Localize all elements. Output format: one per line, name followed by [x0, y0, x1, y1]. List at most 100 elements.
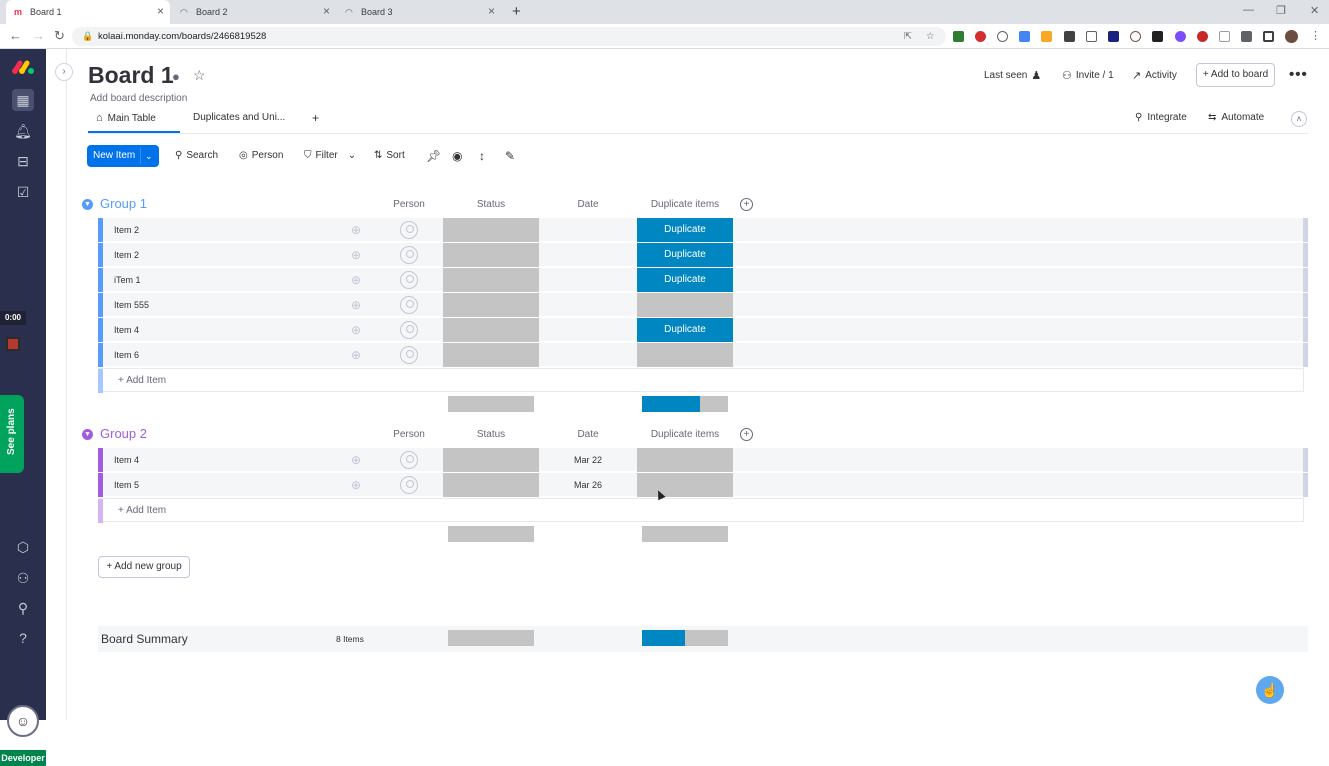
status-cell[interactable] [443, 473, 539, 497]
status-cell[interactable] [443, 243, 539, 267]
table-row[interactable]: Item 5 ⊕ Mar 26 [98, 473, 1308, 497]
close-tab-icon[interactable]: × [157, 4, 164, 18]
extension-icon[interactable] [1108, 31, 1119, 42]
person-avatar-icon[interactable] [400, 296, 418, 314]
person-avatar-icon[interactable] [400, 346, 418, 364]
apps-puzzle-icon[interactable]: ⬡ [12, 536, 34, 558]
extension-icon[interactable] [1041, 31, 1052, 42]
bookmark-star-icon[interactable]: ☆ [926, 27, 935, 46]
date-cell[interactable] [540, 293, 636, 317]
record-stop-button[interactable] [6, 337, 20, 351]
new-item-button[interactable]: New Item ⌄ [87, 145, 159, 167]
duplicate-cell[interactable]: Duplicate [637, 268, 733, 292]
forward-arrow-icon[interactable]: → [32, 28, 45, 43]
table-row[interactable]: iTem 1 ⊕ Duplicate [98, 268, 1308, 292]
extension-icon[interactable] [975, 31, 986, 42]
browser-tab-board-2[interactable]: ◠ Board 2 × [172, 0, 336, 24]
add-update-icon[interactable]: ⊕ [349, 248, 363, 262]
expand-sidebar-chevron-icon[interactable]: › [55, 63, 73, 81]
extension-icon[interactable] [997, 31, 1008, 42]
tab-main-table[interactable]: ⌂ Main Table [96, 112, 156, 124]
date-cell[interactable]: Mar 26 [540, 473, 636, 497]
extension-icon[interactable] [953, 31, 964, 42]
puzzle-icon[interactable] [1241, 31, 1252, 42]
status-cell[interactable] [443, 343, 539, 367]
my-work-calendar-icon[interactable]: ☑ [12, 181, 34, 203]
browser-tab-board-1[interactable]: m Board 1 × [6, 0, 170, 24]
duplicate-cell[interactable] [637, 293, 733, 317]
item-name[interactable]: Item 4 [114, 448, 139, 472]
tab-duplicates-and-uniques[interactable]: Duplicates and Uni... [193, 112, 285, 123]
duplicate-cell[interactable]: Duplicate [637, 318, 733, 342]
group-2-title[interactable]: Group 2 [100, 426, 147, 444]
table-row[interactable]: Item 6 ⊕ [98, 343, 1308, 367]
column-header-duplicate-items[interactable]: Duplicate items [637, 429, 733, 440]
invite-members-icon[interactable]: ⚇ [12, 567, 34, 589]
restore-icon[interactable]: ❐ [1276, 4, 1286, 17]
status-cell[interactable] [443, 293, 539, 317]
add-update-icon[interactable]: ⊕ [349, 453, 363, 467]
camera-icon[interactable] [1086, 31, 1097, 42]
extension-icon[interactable] [1175, 31, 1186, 42]
person-avatar-icon[interactable] [400, 246, 418, 264]
browser-tab-board-3[interactable]: ◠ Board 3 × [337, 0, 501, 24]
last-seen-button[interactable]: Last seen ♟ [984, 69, 1041, 82]
group-1-title[interactable]: Group 1 [100, 196, 147, 214]
date-cell[interactable] [540, 243, 636, 267]
duplicate-cell[interactable] [637, 473, 733, 497]
add-update-icon[interactable]: ⊕ [349, 298, 363, 312]
close-tab-icon[interactable]: × [488, 4, 495, 18]
item-name[interactable]: Item 4 [114, 318, 139, 342]
integrate-button[interactable]: ⚲ Integrate [1135, 112, 1187, 123]
table-row[interactable]: Item 2 ⊕ Duplicate [98, 243, 1308, 267]
add-column-icon[interactable]: + [740, 428, 753, 441]
status-cell[interactable] [443, 218, 539, 242]
add-to-board-button[interactable]: + Add to board [1196, 63, 1275, 87]
chevron-down-icon[interactable]: ⌄ [348, 150, 356, 161]
inbox-icon[interactable]: ⊟ [12, 150, 34, 172]
duplicate-cell[interactable] [637, 448, 733, 472]
extension-icon[interactable] [1197, 31, 1208, 42]
help-icon[interactable]: ? [12, 627, 34, 649]
notifications-bell-icon[interactable]: 🔔︎ [12, 120, 34, 142]
share-icon[interactable]: ⇱ [904, 27, 912, 46]
collapse-header-chevron-icon[interactable]: ˄ [1291, 111, 1307, 127]
column-header-date[interactable]: Date [540, 429, 636, 440]
date-cell[interactable] [540, 343, 636, 367]
group-2-collapse-icon[interactable]: ▼ [82, 429, 93, 440]
more-options-button[interactable]: ••• [1289, 66, 1308, 83]
new-tab-button[interactable]: + [512, 3, 521, 20]
minimize-icon[interactable]: — [1243, 4, 1254, 16]
help-center-button[interactable]: ☝ [1256, 676, 1284, 704]
person-avatar-icon[interactable] [400, 451, 418, 469]
search-icon[interactable]: ⚲ [12, 597, 34, 619]
status-cell[interactable] [443, 268, 539, 292]
date-cell[interactable] [540, 318, 636, 342]
table-row[interactable]: Item 4 ⊕ Duplicate [98, 318, 1308, 342]
row-height-icon[interactable]: ↕ [479, 149, 485, 163]
see-plans-button[interactable]: See plans [0, 395, 24, 473]
info-icon[interactable]: ● [172, 69, 180, 84]
duplicate-cell[interactable]: Duplicate [637, 243, 733, 267]
workspace-grid-icon[interactable]: ▦ [12, 89, 34, 111]
add-update-icon[interactable]: ⊕ [349, 478, 363, 492]
filter-button[interactable]: ⛉ Filter ⌄ [304, 150, 356, 161]
url-field[interactable]: 🔒 kolaai.monday.com/boards/2466819528 ⇱ … [72, 27, 946, 46]
add-view-button[interactable]: + [312, 111, 319, 125]
hide-eye-icon[interactable]: ◉ [452, 149, 462, 163]
item-name[interactable]: Item 6 [114, 343, 139, 367]
person-avatar-icon[interactable] [400, 271, 418, 289]
duplicate-cell[interactable]: Duplicate [637, 218, 733, 242]
table-row[interactable]: Item 555 ⊕ [98, 293, 1308, 317]
person-avatar-icon[interactable] [400, 221, 418, 239]
close-window-icon[interactable]: ✕ [1310, 4, 1319, 17]
add-update-icon[interactable]: ⊕ [349, 223, 363, 237]
board-title[interactable]: Board 1 [88, 62, 174, 89]
table-row[interactable]: Item 4 ⊕ Mar 22 [98, 448, 1308, 472]
chevron-down-icon[interactable]: ⌄ [145, 145, 153, 167]
add-update-icon[interactable]: ⊕ [349, 273, 363, 287]
item-name[interactable]: Item 2 [114, 218, 139, 242]
user-avatar[interactable]: ☺ [7, 705, 39, 737]
close-tab-icon[interactable]: × [323, 4, 330, 18]
sidebar-icon[interactable] [1263, 31, 1274, 42]
